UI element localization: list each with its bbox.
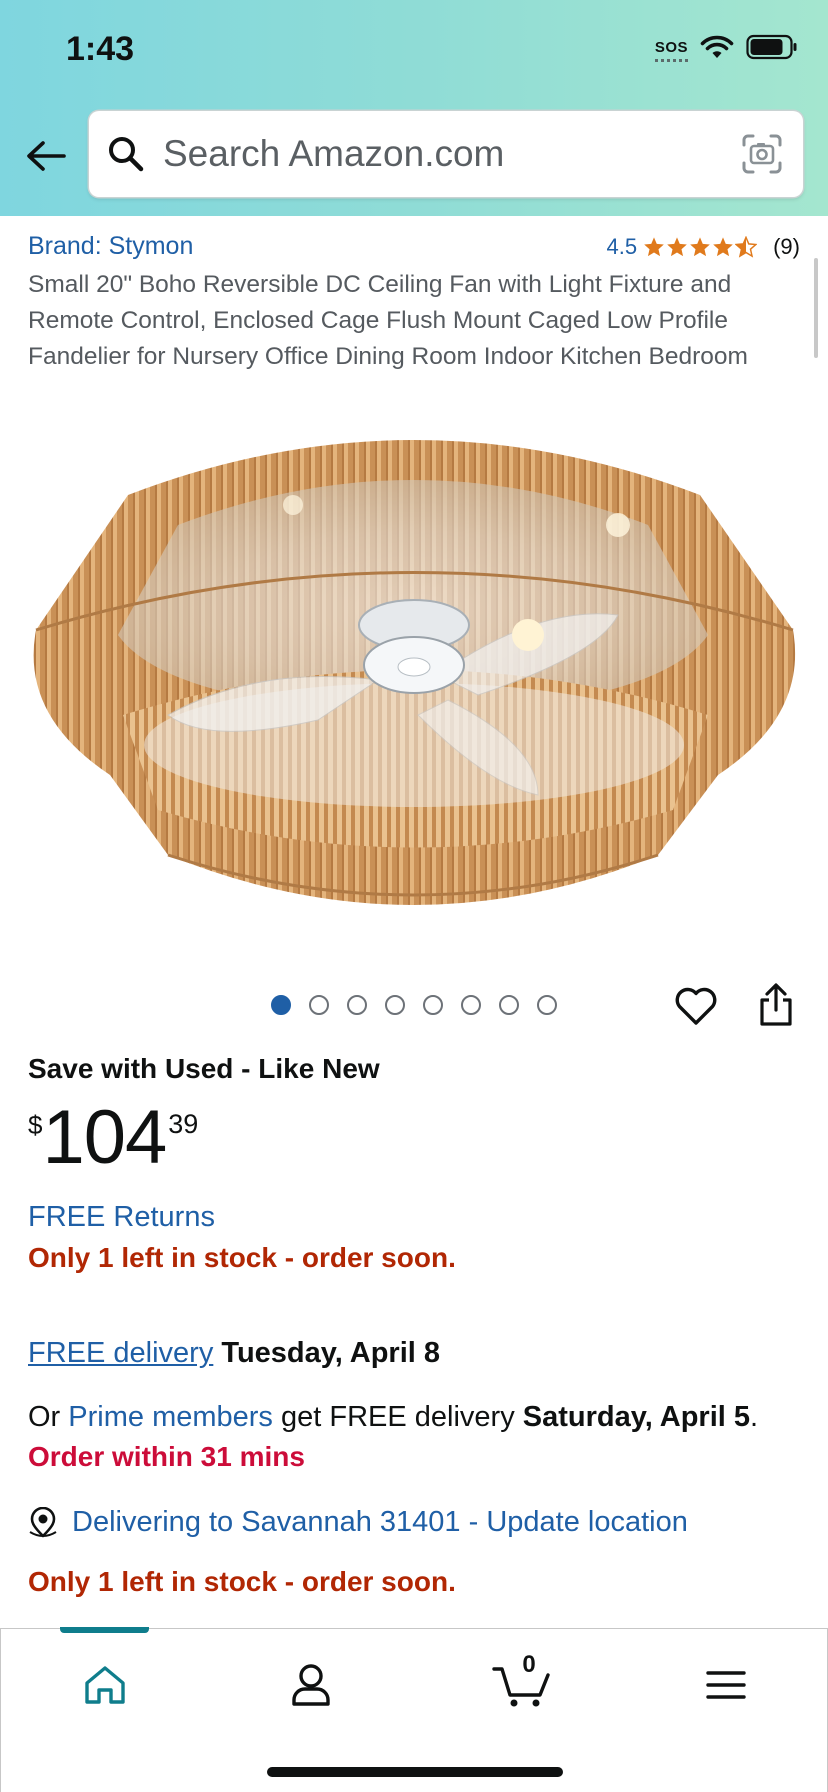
person-icon — [292, 1664, 330, 1706]
brand-link[interactable]: Brand: Stymon — [28, 232, 193, 260]
image-carousel-dots — [271, 995, 557, 1015]
status-icons: SOS — [654, 34, 798, 62]
location-pin-icon — [29, 1506, 57, 1537]
heart-icon[interactable] — [674, 986, 718, 1026]
search-box[interactable] — [89, 111, 803, 197]
nav-menu[interactable] — [696, 1655, 756, 1715]
header: 1:43 SOS — [0, 0, 828, 216]
arrow-left-icon — [27, 141, 66, 171]
brand-rating-row: Brand: Stymon 4.5 (9) — [28, 232, 800, 264]
bottom-nav: 0 — [0, 1627, 828, 1792]
hamburger-menu-icon — [706, 1671, 746, 1699]
nav-home[interactable] — [75, 1655, 135, 1715]
rating-value: 4.5 — [606, 234, 638, 259]
location-link[interactable]: Delivering to Savannah 31401 - Update lo… — [72, 1506, 688, 1539]
stock-notice-secondary: Only 1 left in stock - order soon. — [28, 1566, 456, 1597]
wifi-icon — [700, 35, 734, 58]
prime-prefix: Or — [28, 1401, 69, 1433]
prime-members-link[interactable]: Prime members — [68, 1401, 273, 1433]
prime-suffix: . — [750, 1401, 759, 1433]
prime-delivery-info: Or Prime members get FREE delivery Satur… — [28, 1401, 818, 1434]
rating-summary[interactable]: 4.5 (9) — [607, 234, 800, 260]
carousel-dot[interactable] — [537, 995, 557, 1015]
battery-icon — [746, 34, 797, 60]
sos-indicator: SOS — [654, 38, 689, 62]
nav-account[interactable] — [281, 1655, 341, 1715]
delivery-location[interactable]: Delivering to Savannah 31401 - Update lo… — [28, 1506, 688, 1539]
delivery-date: Tuesday, April 8 — [213, 1337, 441, 1369]
star-full-icon — [690, 237, 710, 257]
scrollbar[interactable] — [814, 258, 818, 358]
back-button[interactable] — [24, 134, 68, 178]
nav-active-indicator — [60, 1627, 149, 1633]
home-icon — [85, 1666, 125, 1704]
share-icon[interactable] — [756, 982, 796, 1028]
prime-date: Saturday, April 5 — [522, 1401, 750, 1433]
carousel-dot[interactable] — [385, 995, 405, 1015]
order-within-countdown: Order within 31 mins — [28, 1441, 305, 1472]
carousel-dot[interactable] — [423, 995, 443, 1015]
star-full-icon — [713, 237, 733, 257]
nav-cart[interactable]: 0 — [487, 1651, 557, 1715]
rating-stars — [643, 236, 758, 258]
search-input[interactable] — [163, 133, 703, 175]
free-returns-link[interactable]: FREE Returns — [28, 1201, 215, 1234]
price: $ 104 39 — [28, 1096, 198, 1180]
camera-scan-icon[interactable] — [741, 133, 783, 175]
product-title: Small 20" Boho Reversible DC Ceiling Fan… — [28, 271, 748, 370]
home-indicator — [267, 1767, 563, 1777]
carousel-dot-active[interactable] — [271, 995, 291, 1015]
product-image[interactable] — [18, 415, 810, 925]
carousel-dot[interactable] — [309, 995, 329, 1015]
star-full-icon — [667, 237, 687, 257]
carousel-dot[interactable] — [347, 995, 367, 1015]
price-fraction: 39 — [168, 1109, 199, 1139]
condition-heading: Save with Used - Like New — [28, 1053, 380, 1084]
star-half-icon — [735, 236, 758, 258]
delivery-info: FREE delivery Tuesday, April 8 — [28, 1337, 440, 1370]
price-whole: 104 — [42, 1095, 167, 1180]
search-icon — [109, 137, 144, 172]
price-symbol: $ — [28, 1110, 43, 1140]
status-time: 1:43 — [66, 30, 135, 68]
rating-count: (9) — [773, 234, 800, 259]
carousel-dot[interactable] — [461, 995, 481, 1015]
star-full-icon — [644, 237, 664, 257]
cart-count: 0 — [522, 1651, 536, 1678]
carousel-dot[interactable] — [499, 995, 519, 1015]
prime-mid: get FREE delivery — [272, 1401, 523, 1433]
free-delivery-link[interactable]: FREE delivery — [28, 1337, 213, 1369]
stock-notice: Only 1 left in stock - order soon. — [28, 1242, 456, 1273]
